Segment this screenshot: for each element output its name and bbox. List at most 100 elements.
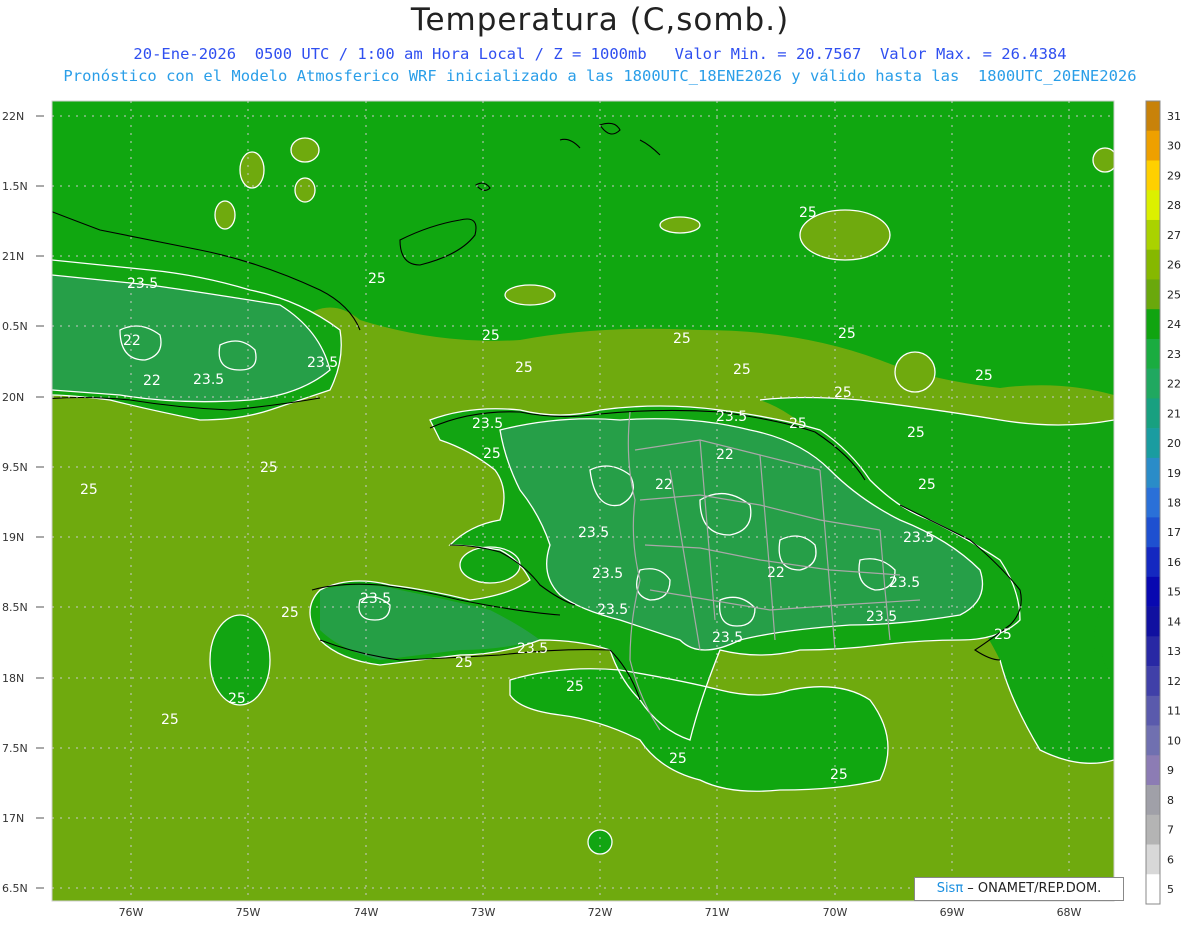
contour-label-23-5: 23.5: [517, 641, 548, 657]
lat-label: 22N: [2, 110, 24, 123]
contour-label-25: 25: [455, 655, 473, 671]
lon-label: 74W: [354, 906, 379, 919]
colorbar-tick-label: 9: [1167, 764, 1174, 777]
credit-logo-text: Sisπ: [936, 881, 964, 896]
contour-label-25: 25: [161, 712, 179, 728]
colorbar-tick-label: 22: [1167, 378, 1181, 391]
lon-label: 71W: [705, 906, 730, 919]
colorbar-swatch: [1146, 785, 1160, 816]
colorbar-tick-label: 21: [1167, 407, 1181, 420]
contour-label-25: 25: [669, 751, 687, 767]
colorbar-tick-label: 14: [1167, 615, 1181, 628]
colorbar: 31 30 29 28 27 26 25 24 23 22 21 20 19 18 17 16 15 14 13 12…: [1145, 100, 1181, 905]
lat-label: 20N: [2, 391, 24, 404]
contour-label-25: 25: [838, 326, 856, 342]
colorbar-swatch: [1146, 368, 1160, 399]
colorbar-swatch: [1146, 309, 1160, 340]
colorbar-swatch: [1146, 874, 1160, 905]
colorbar-tick-label: 29: [1167, 169, 1181, 182]
colorbar-tick-label: 19: [1167, 467, 1181, 480]
colorbar-tick-label: 6: [1167, 853, 1174, 866]
contour-label-23-5: 23.5: [903, 530, 934, 546]
colorbar-swatch: [1146, 428, 1160, 459]
colorbar-swatch: [1146, 101, 1160, 132]
colorbar-swatch: [1146, 755, 1160, 786]
contour-label-22: 22: [767, 565, 785, 581]
contour-label-25: 25: [994, 627, 1012, 643]
map-panel: 25 25 25 25 25 25 25 25 25 25 25 25 25 2…: [0, 95, 1200, 927]
contour-label-23-5: 23.5: [127, 276, 158, 292]
colorbar-tick-label: 30: [1167, 140, 1181, 153]
colorbar-swatch: [1146, 338, 1160, 369]
colorbar-swatch: [1146, 517, 1160, 548]
colorbar-swatch: [1146, 190, 1160, 221]
lon-label: 75W: [236, 906, 261, 919]
lat-label: 6.5N: [2, 882, 28, 895]
colorbar-swatch: [1146, 606, 1160, 637]
contour-label-25: 25: [228, 691, 246, 707]
colorbar-tick-label: 31: [1167, 110, 1181, 123]
contour-label-25: 25: [907, 425, 925, 441]
colorbar-tick-label: 25: [1167, 288, 1181, 301]
contour-label-23-5: 23.5: [578, 525, 609, 541]
lat-ticks: [36, 115, 44, 889]
contour-label-25: 25: [515, 360, 533, 376]
island-sea-blob-2: [1100, 590, 1114, 670]
colorbar-tick-label: 26: [1167, 259, 1181, 272]
contour-label-25: 25: [830, 767, 848, 783]
colorbar-tick-label: 8: [1167, 794, 1174, 807]
lat-label: 1.5N: [2, 180, 28, 193]
colorbar-tick-label: 13: [1167, 645, 1181, 658]
colorbar-tick-label: 11: [1167, 705, 1181, 718]
contour-label-25: 25: [918, 477, 936, 493]
model-info-line: Pronóstico con el Modelo Atmosferico WRF…: [63, 67, 1137, 85]
colorbar-tick-label: 20: [1167, 437, 1181, 450]
colorbar-tick-label: 12: [1167, 675, 1181, 688]
colorbar-tick-label: 27: [1167, 229, 1181, 242]
colorbar-tick-label: 16: [1167, 556, 1181, 569]
colorbar-swatch: [1146, 814, 1160, 845]
contour-label-25: 25: [80, 482, 98, 498]
colorbar-swatch: [1146, 457, 1160, 488]
colorbar-swatch: [1146, 487, 1160, 518]
contour-label-23-5: 23.5: [889, 575, 920, 591]
colorbar-tick-label: 10: [1167, 734, 1181, 747]
colorbar-swatch: [1146, 666, 1160, 697]
contour-label-22: 22: [143, 373, 161, 389]
lat-label: 18N: [2, 672, 24, 685]
contour-label-22: 22: [655, 477, 673, 493]
contour-label-25: 25: [483, 446, 501, 462]
contour-label-23-5: 23.5: [360, 591, 391, 607]
colorbar-tick-label: 7: [1167, 824, 1174, 837]
lat-label: 17N: [2, 812, 24, 825]
colorbar-tick-label: 17: [1167, 526, 1181, 539]
lat-label: 8.5N: [2, 601, 28, 614]
run-info-line: 20-Ene-2026 0500 UTC / 1:00 am Hora Loca…: [133, 45, 1067, 63]
lon-label: 68W: [1057, 906, 1082, 919]
colorbar-tick-label: 18: [1167, 497, 1181, 510]
colorbar-tick-label: 5: [1167, 883, 1174, 896]
credit-org-text: – ONAMET/REP.DOM.: [963, 881, 1102, 896]
lon-label: 76W: [119, 906, 144, 919]
colorbar-tick-label: 15: [1167, 586, 1181, 599]
contour-label-23-5: 23.5: [716, 409, 747, 425]
lon-label: 69W: [940, 906, 965, 919]
contour-label-23-5: 23.5: [597, 602, 628, 618]
contour-label-23-5: 23.5: [592, 566, 623, 582]
contour-label-22: 22: [123, 333, 141, 349]
contour-label-23-5: 23.5: [866, 609, 897, 625]
lat-label: 9.5N: [2, 461, 28, 474]
contour-label-25: 25: [799, 205, 817, 221]
colorbar-tick-label: 24: [1167, 318, 1181, 331]
colorbar-swatch: [1146, 725, 1160, 756]
colorbar-swatch: [1146, 695, 1160, 726]
colorbar-swatch: [1146, 249, 1160, 280]
colorbar-swatch: [1146, 844, 1160, 875]
lon-label: 73W: [471, 906, 496, 919]
contour-label-25: 25: [789, 416, 807, 432]
latitude-labels: 22N 1.5N 21N 0.5N 20N 9.5N 19N 8.5N 18N …: [2, 110, 28, 895]
lat-label: 19N: [2, 531, 24, 544]
contour-label-25: 25: [566, 679, 584, 695]
contour-label-23-5: 23.5: [712, 630, 743, 646]
contour-label-25: 25: [733, 362, 751, 378]
